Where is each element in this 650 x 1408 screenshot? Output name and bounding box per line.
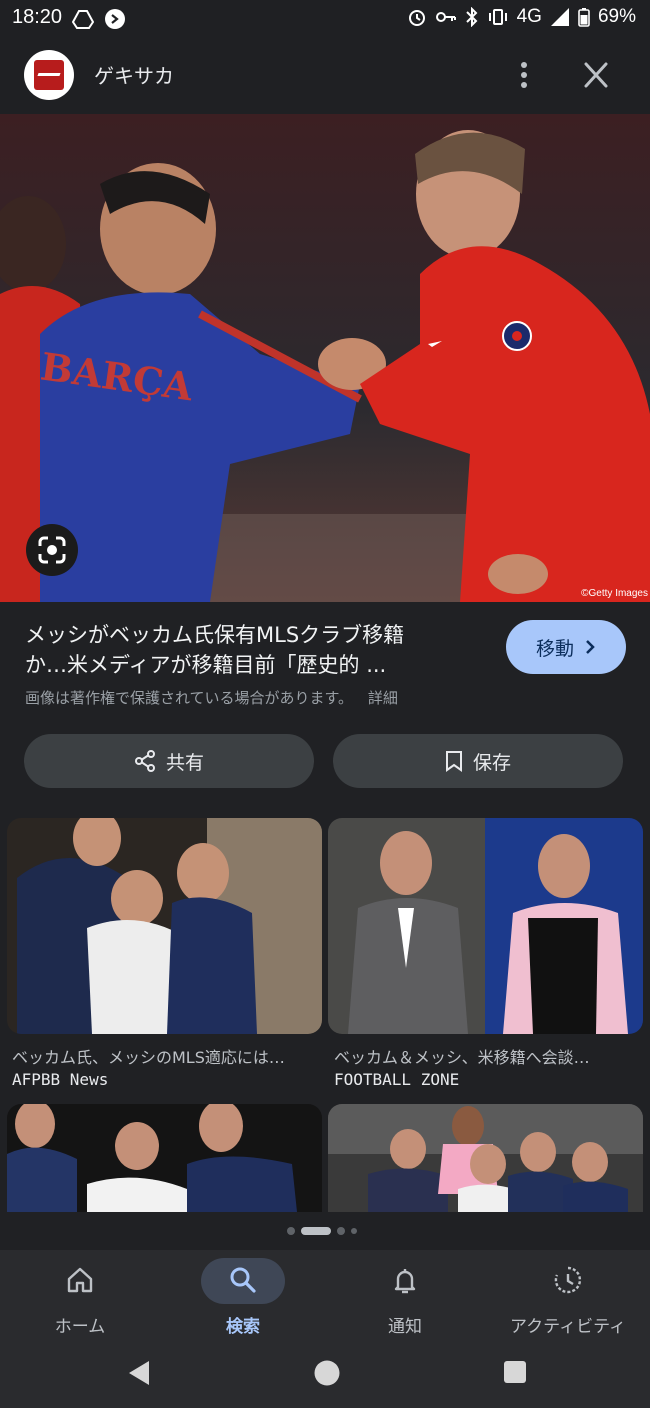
result-title[interactable]: メッシがベッカム氏保有MLSクラブ移籍 か…米メディアが移籍目前「歴史的 ... (25, 620, 470, 680)
related-source-2: FOOTBALL ZONE (334, 1070, 460, 1089)
carousel-dot-active (301, 1227, 331, 1235)
site-logo[interactable] (24, 50, 74, 100)
related-source-1: AFPBB News (12, 1070, 109, 1089)
site-name: ゲキサカ (94, 64, 174, 88)
visit-button[interactable]: 移動 (506, 620, 626, 674)
carousel-dot (337, 1227, 345, 1235)
nav-search-label: 検索 (226, 1317, 260, 1337)
recents-icon[interactable] (503, 1360, 527, 1384)
battery-icon (578, 8, 590, 27)
nav-activity[interactable]: アクティビティ (488, 1250, 648, 1340)
bookmark-icon (445, 751, 462, 772)
copyright-text: 画像は著作権で保護されている場合があります。 (25, 689, 354, 707)
nav-activity-label: アクティビティ (509, 1317, 627, 1337)
battery-level: 69% (597, 6, 636, 27)
related-image-4[interactable] (328, 1104, 643, 1212)
system-navigation-bar (0, 1340, 650, 1408)
chevron-right-icon (586, 640, 595, 654)
image-credit: ©Getty Images (581, 588, 648, 599)
hero-image[interactable]: BARÇA (0, 114, 650, 602)
signal-icon (550, 8, 569, 26)
drive-icon (72, 10, 94, 29)
activity-icon (554, 1266, 582, 1294)
copyright-notice: 画像は著作権で保護されている場合があります。 詳細 (25, 687, 398, 708)
carousel-indicator (287, 1227, 357, 1235)
gekisaka-logo-icon (34, 60, 64, 90)
result-title-line-2: か…米メディアが移籍目前「歴史的 ... (25, 653, 387, 677)
nav-notifications[interactable]: 通知 (325, 1250, 485, 1340)
lens-icon (38, 536, 66, 564)
bell-icon (394, 1269, 416, 1294)
share-icon (134, 750, 155, 772)
share-button[interactable]: 共有 (24, 734, 314, 788)
nav-notifications-label: 通知 (388, 1317, 422, 1337)
carousel-dot (351, 1228, 357, 1234)
share-label: 共有 (165, 751, 204, 774)
status-icons: 4G 69% (407, 6, 636, 28)
close-icon[interactable] (578, 58, 614, 92)
google-lens-button[interactable] (26, 524, 78, 576)
search-icon (230, 1267, 256, 1293)
shazam-icon (105, 9, 125, 29)
save-button[interactable]: 保存 (333, 734, 623, 788)
bottom-navigation: ホーム 検索 通知 アクティビティ (0, 1250, 650, 1340)
more-options-icon[interactable] (510, 58, 538, 92)
status-bar: 18:20 4G 69% (0, 0, 650, 38)
related-image-1[interactable] (7, 818, 322, 1034)
visit-label: 移動 (535, 637, 574, 660)
related-image-3[interactable] (7, 1104, 322, 1212)
vpn-key-icon (435, 12, 456, 22)
carousel-dot (287, 1227, 295, 1235)
vibrate-icon (488, 9, 507, 25)
details-link[interactable]: 詳細 (368, 689, 398, 707)
result-title-line-1: メッシがベッカム氏保有MLSクラブ移籍 (25, 623, 405, 647)
home-icon (67, 1267, 93, 1293)
related-caption-2[interactable]: ベッカム＆メッシ、米移籍へ会談… (334, 1044, 644, 1068)
nav-search[interactable]: 検索 (163, 1250, 323, 1340)
back-icon[interactable] (125, 1358, 153, 1388)
status-time: 18:20 (12, 6, 63, 28)
home-button-icon[interactable] (313, 1359, 341, 1387)
related-caption-1[interactable]: ベッカム氏、メッシのMLS適応には… (12, 1044, 322, 1068)
top-app-bar: ゲキサカ (0, 38, 650, 114)
nav-home-label: ホーム (54, 1317, 106, 1337)
save-label: 保存 (472, 751, 511, 774)
nav-home[interactable]: ホーム (0, 1250, 160, 1340)
related-image-2[interactable] (328, 818, 643, 1034)
bluetooth-icon (465, 7, 478, 27)
network-type: 4G (516, 6, 542, 27)
alarm-icon (408, 10, 425, 26)
